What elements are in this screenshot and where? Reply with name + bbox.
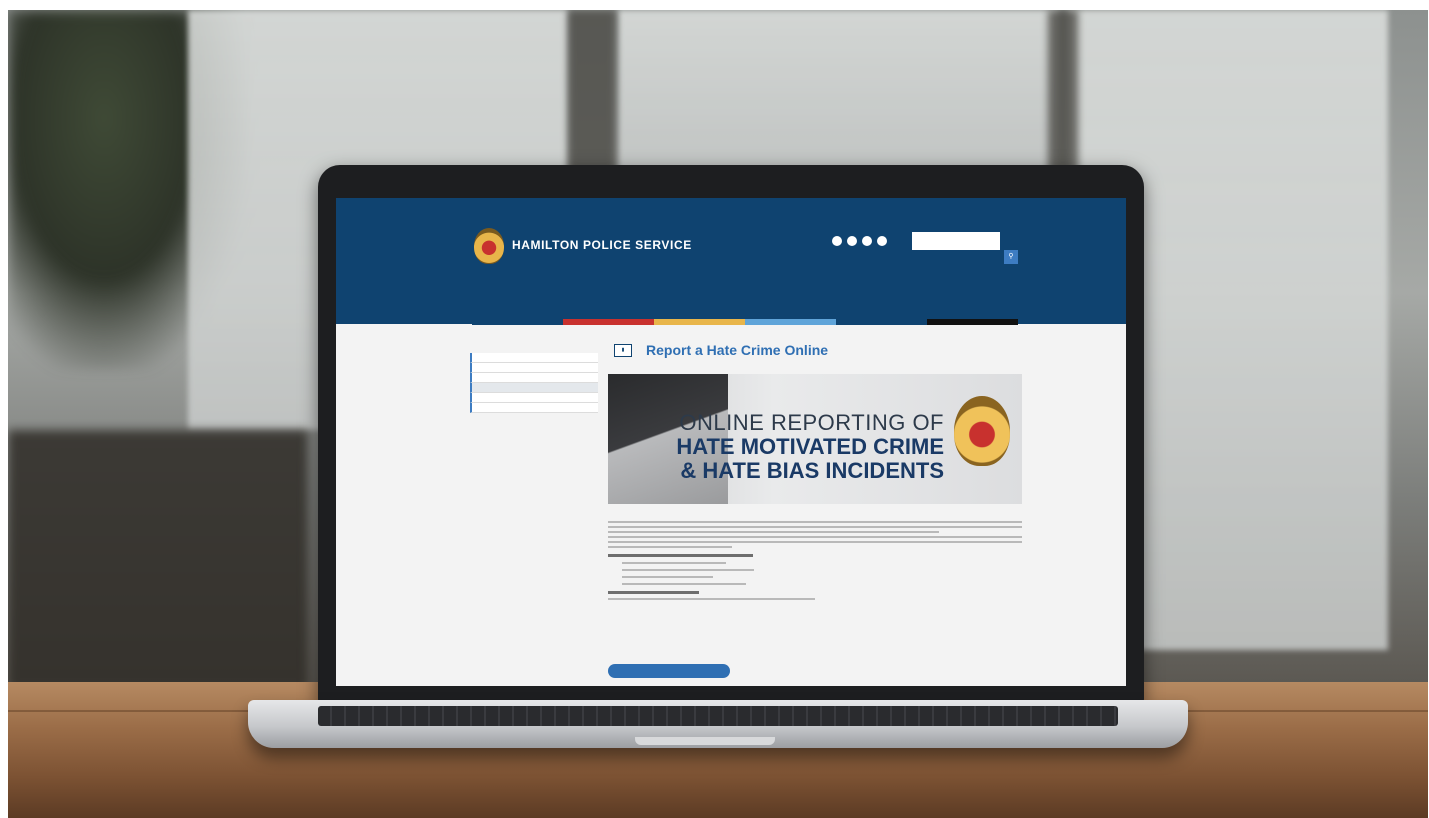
nav-color-segment — [654, 319, 745, 325]
twitter-icon[interactable] — [847, 236, 857, 246]
nav-color-segment — [927, 319, 1018, 325]
nav-color-strip — [472, 319, 1018, 325]
nav-item[interactable] — [654, 286, 745, 289]
bullet-item — [622, 569, 755, 571]
nav-color-segment — [563, 319, 654, 325]
site-header: HAMILTON POLICE SERVICE ⚲ — [336, 198, 1126, 324]
subheading — [608, 554, 753, 557]
banner-heading-line3: & HATE BIAS INCIDENTS — [680, 458, 944, 483]
article-body — [608, 518, 1022, 603]
search-button[interactable]: ⚲ — [1004, 250, 1018, 264]
search-input[interactable] — [912, 232, 1000, 250]
youtube-icon[interactable] — [862, 236, 872, 246]
bullet-item — [622, 576, 714, 578]
nav-item[interactable] — [745, 286, 836, 289]
nav-color-segment — [472, 319, 563, 325]
sidebar-item-active[interactable] — [470, 383, 598, 393]
bullet-item — [622, 562, 726, 564]
text-line — [608, 526, 1022, 528]
text-line — [608, 546, 733, 548]
nav-item[interactable] — [836, 286, 927, 289]
text-line — [608, 541, 1022, 543]
facebook-icon[interactable] — [832, 236, 842, 246]
instagram-icon[interactable] — [877, 236, 887, 246]
page-title: Report a Hate Crime Online — [646, 342, 829, 358]
text-line — [608, 521, 1022, 523]
text-line — [608, 531, 940, 533]
window-pane — [618, 10, 1058, 170]
nav-color-segment — [836, 319, 927, 325]
nav-color-segment — [745, 319, 836, 325]
sidebar-nav — [470, 344, 598, 413]
main-nav — [472, 286, 1018, 289]
text-line — [608, 536, 1022, 538]
banner-heading-line2: HATE MOTIVATED CRIME — [676, 434, 944, 459]
sidebar-heading — [470, 344, 598, 349]
sidebar-item[interactable] — [470, 353, 598, 363]
window-frame — [568, 10, 616, 180]
sidebar-item[interactable] — [470, 363, 598, 373]
text-line — [608, 598, 815, 600]
police-badge-icon — [954, 396, 1010, 466]
laptop-icon: ▮ — [614, 344, 632, 357]
laptop-keyboard — [318, 706, 1118, 726]
nav-item[interactable] — [927, 286, 1018, 289]
banner-heading-line1: ONLINE REPORTING OF — [679, 410, 944, 435]
sidebar-item[interactable] — [470, 403, 598, 413]
background-furniture — [8, 430, 308, 690]
sidebar-item[interactable] — [470, 393, 598, 403]
subheading — [608, 591, 700, 594]
nav-item[interactable] — [472, 286, 563, 289]
laptop-screen: HAMILTON POLICE SERVICE ⚲ ▮ Report a Hat… — [336, 198, 1126, 686]
report-online-button[interactable] — [608, 664, 730, 678]
police-badge-logo[interactable] — [474, 228, 504, 264]
hero-banner: ONLINE REPORTING OF HATE MOTIVATED CRIME… — [608, 374, 1022, 504]
bullet-item — [622, 583, 747, 585]
site-title[interactable]: HAMILTON POLICE SERVICE — [512, 238, 692, 252]
nav-item[interactable] — [563, 286, 654, 289]
laptop-trackpad — [635, 737, 775, 745]
sidebar-item[interactable] — [470, 373, 598, 383]
social-icons — [832, 236, 887, 246]
